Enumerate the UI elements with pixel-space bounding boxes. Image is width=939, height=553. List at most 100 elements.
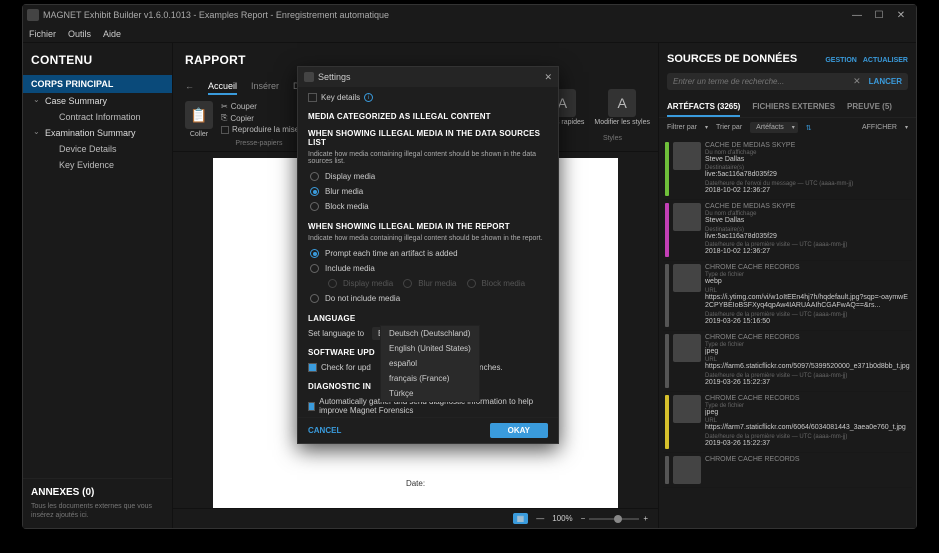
annex-panel: ANNEXES (0) Tous les documents externes … bbox=[23, 478, 172, 528]
info-icon[interactable]: i bbox=[364, 93, 373, 102]
cancel-button[interactable]: CANCEL bbox=[308, 426, 341, 435]
okay-button[interactable]: OKAY bbox=[490, 423, 548, 438]
language-option[interactable]: English (United States) bbox=[381, 341, 479, 356]
window-title: MAGNET Exhibit Builder v1.6.0.1013 - Exa… bbox=[43, 10, 389, 20]
language-dropdown: Deutsch (Deutschland)English (United Sta… bbox=[380, 325, 480, 402]
tab-fichiers-externes[interactable]: FICHIERS EXTERNES bbox=[752, 98, 835, 117]
language-option[interactable]: français (France) bbox=[381, 371, 479, 386]
section-report: WHEN SHOWING ILLEGAL MEDIA IN THE REPORT bbox=[308, 222, 548, 231]
filter-label: Filtrer par bbox=[667, 124, 697, 131]
radio-option[interactable]: Display media bbox=[310, 169, 548, 184]
thumbnail bbox=[673, 142, 701, 170]
contents-panel: CONTENU CORPS PRINCIPAL Case SummaryCont… bbox=[23, 43, 173, 528]
sort-select[interactable]: Artéfacts bbox=[750, 122, 798, 133]
clear-search-icon[interactable]: ✕ bbox=[853, 76, 861, 87]
sort-label: Trier par bbox=[716, 124, 742, 131]
toc-item[interactable]: Device Details bbox=[23, 141, 172, 157]
menu-file[interactable]: Fichier bbox=[29, 29, 56, 39]
artifact-category: CACHE DE MÉDIAS SKYPE bbox=[705, 142, 910, 149]
status-bar: ▦ — 100% − + bbox=[173, 508, 658, 528]
settings-dialog: Settings ✕ Key details i MEDIA CATEGORIZ… bbox=[297, 66, 559, 444]
artifact-category: CHROME CACHE RECORDS bbox=[705, 334, 910, 341]
data-sources-title: SOURCES DE DONNÉES bbox=[667, 53, 819, 65]
minimize-button[interactable]: — bbox=[846, 6, 868, 24]
corps-principal-header[interactable]: CORPS PRINCIPAL bbox=[23, 75, 172, 93]
annex-description: Tous les documents externes que vous ins… bbox=[31, 502, 164, 520]
check-updates-checkbox[interactable] bbox=[308, 363, 317, 372]
dialog-title: Settings bbox=[318, 72, 351, 82]
color-stripe bbox=[665, 264, 669, 327]
search-button[interactable]: LANCER bbox=[869, 77, 902, 86]
modify-styles-label: Modifier les styles bbox=[594, 119, 650, 126]
radio-option-disabled: Blur media bbox=[403, 276, 456, 291]
tab-preuve[interactable]: PREUVE (5) bbox=[847, 98, 892, 117]
styles-caption: Styles bbox=[603, 135, 622, 142]
radio-option[interactable]: Include media bbox=[310, 261, 548, 276]
data-sources-panel: SOURCES DE DONNÉES GESTION ACTUALISER ✕ … bbox=[658, 43, 916, 528]
zoom-value: 100% bbox=[552, 514, 572, 523]
artifact-item[interactable]: CHROME CACHE RECORDS bbox=[663, 453, 912, 488]
tab-back[interactable]: ← bbox=[185, 79, 194, 95]
diagnostic-checkbox[interactable] bbox=[308, 402, 315, 411]
show-button[interactable]: AFFICHER bbox=[862, 124, 897, 131]
zoom-out-button[interactable]: − bbox=[581, 514, 586, 523]
artifact-item[interactable]: CHROME CACHE RECORDS Type de fichierjpeg… bbox=[663, 331, 912, 392]
section-language: LANGUAGE bbox=[308, 314, 548, 323]
paste-icon[interactable]: 📋 bbox=[185, 101, 213, 129]
modify-styles-icon[interactable]: A bbox=[608, 89, 636, 117]
radio-option-disabled: Display media bbox=[328, 276, 393, 291]
radio-option[interactable]: Block media bbox=[310, 199, 548, 214]
tab-accueil[interactable]: Accueil bbox=[208, 79, 237, 95]
search-box: ✕ LANCER bbox=[667, 73, 908, 90]
tab-inserer[interactable]: Insérer bbox=[251, 79, 279, 95]
gear-icon bbox=[304, 72, 314, 82]
key-details-checkbox[interactable] bbox=[308, 93, 317, 102]
gestion-link[interactable]: GESTION bbox=[825, 57, 857, 64]
thumbnail bbox=[673, 203, 701, 231]
maximize-button[interactable]: ☐ bbox=[868, 6, 890, 24]
menu-help[interactable]: Aide bbox=[103, 29, 121, 39]
dialog-close-button[interactable]: ✕ bbox=[544, 72, 552, 83]
annex-title: ANNEXES (0) bbox=[31, 487, 164, 498]
menu-tools[interactable]: Outils bbox=[68, 29, 91, 39]
thumbnail bbox=[673, 395, 701, 423]
toc-item[interactable]: Key Evidence bbox=[23, 157, 172, 173]
app-icon bbox=[27, 9, 39, 21]
color-stripe bbox=[665, 203, 669, 257]
language-option[interactable]: Türkçe bbox=[381, 386, 479, 401]
sources-list-desc: Indicate how media containing illegal co… bbox=[308, 151, 548, 165]
color-stripe bbox=[665, 334, 669, 388]
tab-artefacts[interactable]: ARTÉFACTS (3265) bbox=[667, 98, 740, 117]
radio-option[interactable]: Do not include media bbox=[310, 291, 548, 306]
date-field: Date: bbox=[406, 479, 425, 488]
artifact-item[interactable]: CACHE DE MÉDIAS SKYPE Du nom d'affichage… bbox=[663, 200, 912, 261]
color-stripe bbox=[665, 395, 669, 449]
actualiser-link[interactable]: ACTUALISER bbox=[863, 57, 908, 64]
zoom-slider[interactable] bbox=[589, 518, 639, 520]
search-input[interactable] bbox=[673, 77, 849, 86]
radio-option[interactable]: Blur media bbox=[310, 184, 548, 199]
thumbnail bbox=[673, 264, 701, 292]
zoom-in-button[interactable]: + bbox=[643, 514, 648, 523]
artifact-category: CHROME CACHE RECORDS bbox=[705, 456, 910, 463]
toc-item[interactable]: Examination Summary bbox=[23, 125, 172, 141]
artifact-item[interactable]: CHROME CACHE RECORDS Type de fichierjpeg… bbox=[663, 392, 912, 453]
radio-option[interactable]: Prompt each time an artifact is added bbox=[310, 246, 548, 261]
toc-item[interactable]: Contract Information bbox=[23, 109, 172, 125]
language-option[interactable]: Deutsch (Deutschland) bbox=[381, 326, 479, 341]
language-label: Set language to bbox=[308, 329, 364, 338]
artifact-item[interactable]: CHROME CACHE RECORDS Type de fichierwebp… bbox=[663, 261, 912, 331]
dialog-titlebar: Settings ✕ bbox=[298, 67, 558, 87]
contents-title: CONTENU bbox=[23, 43, 172, 75]
paste-label: Coller bbox=[190, 131, 208, 138]
toc-item[interactable]: Case Summary bbox=[23, 93, 172, 109]
key-details-label: Key details bbox=[321, 93, 360, 102]
title-bar: MAGNET Exhibit Builder v1.6.0.1013 - Exa… bbox=[23, 5, 916, 25]
view-icon[interactable]: ▦ bbox=[513, 513, 529, 524]
language-option[interactable]: español bbox=[381, 356, 479, 371]
close-button[interactable]: ✕ bbox=[890, 6, 912, 24]
radio-option-disabled: Block media bbox=[467, 276, 526, 291]
sort-order-icon[interactable]: ⇅ bbox=[806, 124, 812, 132]
artifact-item[interactable]: CACHE DE MÉDIAS SKYPE Du nom d'affichage… bbox=[663, 139, 912, 200]
thumbnail bbox=[673, 456, 701, 484]
